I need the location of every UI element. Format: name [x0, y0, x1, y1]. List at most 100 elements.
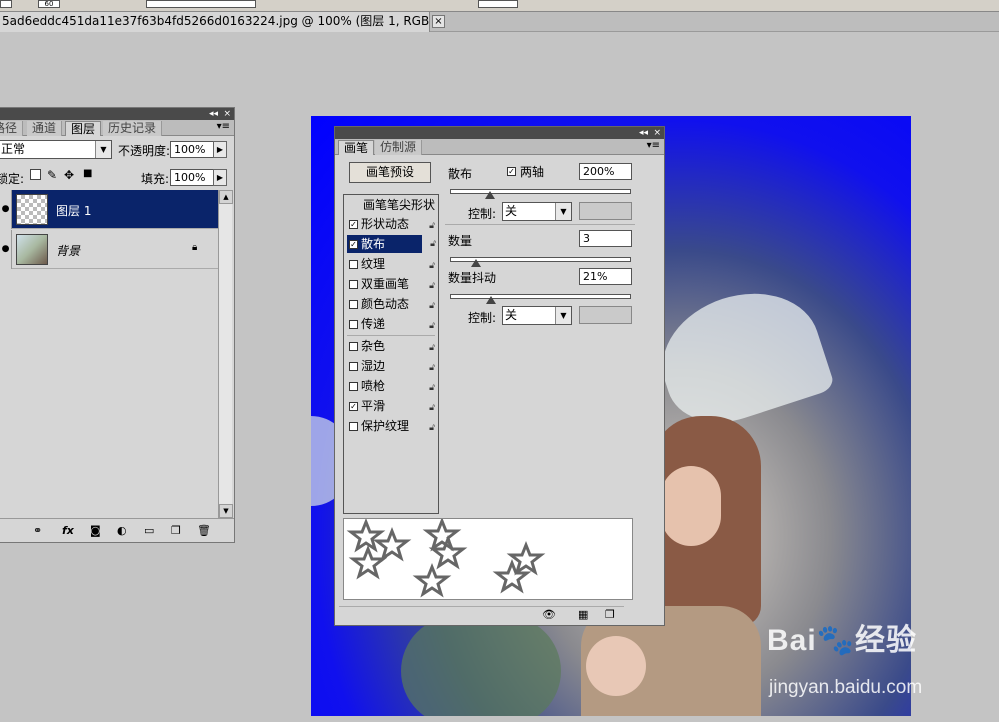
tab-channels[interactable]: 通道 — [27, 121, 63, 136]
lock-icon[interactable]: 🔓︎ — [430, 239, 436, 249]
option-wet-edges[interactable]: 湿边 🔓︎ — [347, 357, 437, 375]
lock-transparent-icon[interactable] — [30, 169, 41, 180]
tab-paths[interactable]: 路径 — [0, 121, 24, 136]
count-slider[interactable] — [450, 257, 631, 267]
scatter-slider[interactable] — [450, 189, 631, 199]
layers-panel-titlebar[interactable]: ◂◂ × — [0, 108, 234, 120]
option-protect-texture[interactable]: 保护纹理 🔓︎ — [347, 417, 437, 435]
brush-presets-button[interactable]: 画笔预设 — [349, 162, 431, 183]
option-scattering[interactable]: ✓ 散布 — [347, 235, 422, 253]
checkbox[interactable] — [349, 422, 358, 431]
fill-slider-arrow-icon[interactable]: ▶ — [213, 169, 227, 186]
checkbox[interactable]: ✓ — [349, 220, 358, 229]
adjustment-icon[interactable]: ◐ — [117, 524, 127, 537]
options-divider — [347, 335, 435, 336]
toolbar-dropdown[interactable] — [146, 0, 256, 8]
girl-hands — [586, 636, 646, 696]
scroll-down-icon[interactable]: ▼ — [219, 504, 233, 518]
fx-icon[interactable]: fx — [62, 524, 74, 537]
link-icon[interactable]: ⚭ — [33, 524, 42, 537]
count-value-input[interactable]: 3 — [579, 230, 632, 247]
count-jitter-slider[interactable] — [450, 294, 631, 304]
group-folder-icon[interactable]: ▭ — [144, 524, 154, 537]
checkbox[interactable] — [349, 342, 358, 351]
blend-mode-select[interactable]: 正常 ▼ — [0, 140, 112, 159]
option-noise[interactable]: 杂色 🔓︎ — [347, 337, 437, 355]
lock-icon[interactable]: 🔓︎ — [429, 379, 435, 397]
checkbox[interactable] — [349, 382, 358, 391]
slider-knob[interactable] — [471, 259, 482, 267]
lock-icon[interactable]: 🔓︎ — [429, 297, 435, 315]
lock-icon[interactable]: 🔓︎ — [429, 277, 435, 295]
lock-move-icon[interactable]: ✥ — [64, 168, 74, 182]
option-airbrush[interactable]: 喷枪 🔓︎ — [347, 377, 437, 395]
document-tab-bar: 5ad6eddc451da11e37f63b4fd5266d0163224.jp… — [0, 12, 999, 32]
toolbar-size-field[interactable]: 60 — [38, 0, 60, 8]
checkbox[interactable] — [349, 300, 358, 309]
scatter-label: 散布 — [448, 167, 473, 181]
layers-scrollbar[interactable]: ▲ ▼ — [218, 190, 233, 518]
lock-icon[interactable]: 🔓︎ — [429, 339, 435, 357]
opacity-slider-arrow-icon[interactable]: ▶ — [213, 141, 227, 158]
brush-tip-shape-item[interactable]: 画笔笔尖形状 — [347, 196, 437, 214]
lock-all-icon[interactable]: ■ — [83, 168, 92, 179]
brushes-panel-titlebar[interactable]: ◂◂ × — [335, 127, 664, 139]
visibility-eye-icon[interactable]: ● — [0, 190, 12, 229]
document-close-icon[interactable]: × — [432, 15, 445, 28]
close-icon[interactable]: × — [223, 108, 231, 120]
mask-icon[interactable]: ◙ — [90, 524, 101, 537]
checkbox[interactable] — [349, 260, 358, 269]
grid-icon[interactable]: ▦ — [578, 608, 588, 621]
slider-knob[interactable] — [486, 296, 497, 304]
option-dual-brush[interactable]: 双重画笔 🔓︎ — [347, 275, 437, 293]
close-icon[interactable]: × — [653, 127, 661, 139]
brush-options-list: 画笔笔尖形状 ✓ 形状动态 🔓︎ ✓ 散布 🔓︎ 纹理 🔓︎ 双重画笔 🔓︎ 颜色动态 🔓︎… — [343, 194, 439, 514]
collapse-icon[interactable]: ◂◂ — [209, 108, 218, 120]
visibility-eye-icon[interactable]: ● — [0, 230, 12, 269]
new-layer-icon[interactable]: ❐ — [171, 524, 181, 537]
lock-icon[interactable]: 🔓︎ — [429, 359, 435, 377]
lock-icon[interactable]: 🔓︎ — [429, 317, 435, 335]
toolbar-field-right[interactable] — [478, 0, 518, 8]
panel-menu-icon[interactable]: ▾≡ — [217, 121, 230, 132]
trash-icon[interactable]: 🗑︎ — [197, 524, 211, 537]
document-tab-title[interactable]: 5ad6eddc451da11e37f63b4fd5266d0163224.jp… — [0, 12, 430, 32]
option-texture[interactable]: 纹理 🔓︎ — [347, 255, 437, 273]
tab-layers[interactable]: 图层 — [65, 121, 102, 136]
watermark-url: jingyan.baidu.com — [769, 677, 923, 698]
count-jitter-control-select[interactable]: 关 ▼ — [502, 306, 572, 325]
toolbar-field-left[interactable] — [0, 0, 12, 8]
lock-paint-icon[interactable]: ✎ — [47, 168, 57, 182]
panel-menu-icon[interactable]: ▾≡ — [647, 140, 660, 151]
layer-row[interactable]: ● 背景 🔒︎ — [0, 230, 218, 269]
lock-icon[interactable]: 🔓︎ — [429, 217, 435, 235]
checkbox[interactable]: ✓ — [349, 402, 358, 411]
scroll-up-icon[interactable]: ▲ — [219, 190, 233, 204]
count-jitter-value-input[interactable]: 21% — [579, 268, 632, 285]
checkbox[interactable] — [349, 320, 358, 329]
fill-input[interactable]: 100% — [170, 169, 214, 186]
option-color-dynamics[interactable]: 颜色动态 🔓︎ — [347, 295, 437, 313]
checkbox[interactable] — [349, 280, 358, 289]
option-smoothing[interactable]: ✓ 平滑 🔓︎ — [347, 397, 437, 415]
tab-history[interactable]: 历史记录 — [103, 121, 163, 136]
both-axes-checkbox[interactable]: ✓ — [507, 167, 516, 176]
scatter-control-select[interactable]: 关 ▼ — [502, 202, 572, 221]
option-shape-dynamics[interactable]: ✓ 形状动态 🔓︎ — [347, 215, 437, 233]
tab-clone-source[interactable]: 仿制源 — [375, 140, 423, 155]
count-jitter-control-field — [579, 306, 632, 324]
lock-icon[interactable]: 🔓︎ — [429, 419, 435, 437]
lock-icon[interactable]: 🔓︎ — [429, 399, 435, 417]
tab-brush[interactable]: 画笔 — [338, 140, 375, 155]
checkbox[interactable] — [349, 362, 358, 371]
option-transfer[interactable]: 传递 🔓︎ — [347, 315, 437, 333]
slider-knob[interactable] — [484, 191, 495, 199]
collapse-icon[interactable]: ◂◂ — [639, 127, 648, 139]
checkbox[interactable]: ✓ — [349, 240, 358, 249]
new-preset-icon[interactable]: ❐ — [605, 608, 615, 621]
lock-icon[interactable]: 🔓︎ — [429, 257, 435, 275]
scatter-value-input[interactable]: 200% — [579, 163, 632, 180]
eye-brush-icon[interactable]: 👁︎ — [542, 608, 556, 621]
layer-row[interactable]: ● 图层 1 — [0, 190, 218, 229]
opacity-input[interactable]: 100% — [170, 141, 214, 158]
